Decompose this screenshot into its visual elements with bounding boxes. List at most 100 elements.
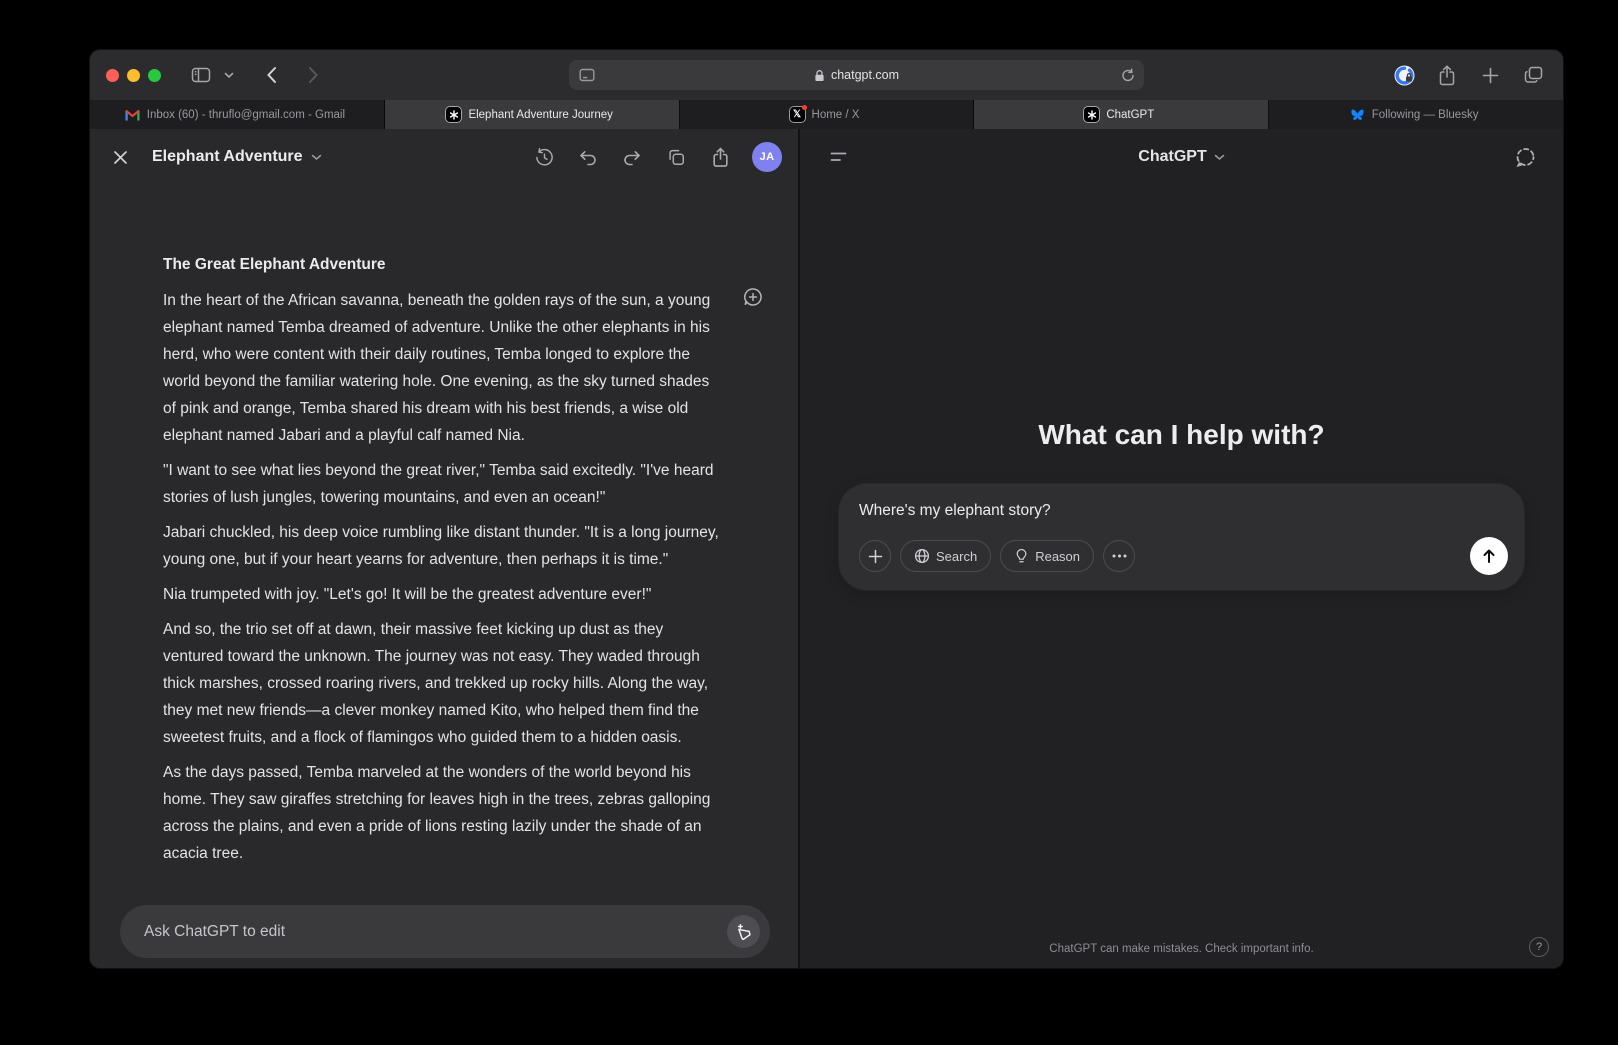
forward-icon [308, 66, 319, 84]
forward-button[interactable] [299, 61, 327, 89]
tab-title: Elephant Adventure Journey [468, 109, 617, 121]
share-icon [711, 147, 730, 168]
copy-icon [666, 147, 686, 167]
sidebar-icon [191, 66, 211, 84]
traffic-lights [106, 69, 161, 82]
url-text: chatgpt.com [831, 68, 899, 82]
reload-button[interactable] [1121, 68, 1135, 83]
chat-footer: ChatGPT can make mistakes. Check importa… [800, 930, 1563, 968]
canvas-panel: Elephant Adventure [90, 129, 800, 968]
chatgpt-icon [446, 107, 461, 122]
page-settings-icon[interactable] [579, 68, 595, 82]
avatar[interactable]: JA [752, 142, 782, 172]
browser-tab[interactable]: Inbox (60) - thruflo@gmail.com - Gmail [90, 100, 385, 129]
tab-strip: Inbox (60) - thruflo@gmail.com - Gmail E… [90, 100, 1563, 129]
story-paragraph: And so, the trio set off at dawn, their … [163, 616, 723, 751]
history-icon [534, 147, 555, 168]
browser-tab[interactable]: ChatGPT [974, 100, 1269, 129]
canvas-edit-bar[interactable]: Ask ChatGPT to edit [120, 905, 770, 958]
composer-actions: Search Reason [859, 537, 1508, 575]
tab-title: Home / X [812, 109, 864, 121]
temporary-chat-icon [1514, 146, 1537, 169]
close-canvas-button[interactable] [106, 143, 134, 171]
chevron-down-icon [1214, 154, 1225, 161]
browser-toolbar: chatgpt.com [90, 50, 1563, 100]
toggle-sidebar-button[interactable] [824, 143, 852, 171]
toolbar-right-cluster [1390, 61, 1547, 89]
attach-button[interactable] [859, 540, 891, 572]
document-title: The Great Elephant Adventure [163, 251, 743, 278]
undo-button[interactable] [574, 143, 602, 171]
avatar-initials: JA [760, 151, 775, 163]
add-comment-button[interactable] [742, 286, 764, 308]
tab-overview-icon [1524, 66, 1543, 84]
search-button[interactable]: Search [900, 540, 991, 572]
browser-tab[interactable]: 𝕏 Home / X [680, 100, 975, 129]
tab-overview-button[interactable] [1519, 61, 1547, 89]
copy-button[interactable] [662, 143, 690, 171]
help-button[interactable]: ? [1529, 937, 1549, 957]
edit-submit-button[interactable] [727, 915, 760, 948]
send-button[interactable] [1470, 537, 1508, 575]
gmail-icon [125, 109, 140, 121]
edit-input[interactable]: Ask ChatGPT to edit [144, 923, 727, 941]
lightbulb-icon [1014, 548, 1029, 564]
hero-heading: What can I help with? [800, 418, 1563, 452]
x-icon: 𝕏 [790, 107, 805, 122]
back-button[interactable] [257, 61, 285, 89]
address-bar[interactable]: chatgpt.com [569, 60, 1144, 90]
canvas-header: Elephant Adventure [90, 129, 798, 185]
chevron-down-icon [224, 72, 234, 79]
more-options-button[interactable] [1103, 540, 1135, 572]
composer-input[interactable]: Where's my elephant story? [859, 501, 1508, 537]
tab-title: ChatGPT [1106, 109, 1158, 121]
edit-pencil-icon [735, 923, 752, 940]
temporary-chat-button[interactable] [1511, 143, 1539, 171]
undo-icon [578, 148, 598, 166]
story-paragraph: As the days passed, Temba marveled at th… [163, 759, 723, 867]
model-switcher[interactable]: ChatGPT [800, 129, 1563, 185]
story-paragraph: Nia trumpeted with joy. "Let's go! It wi… [163, 581, 723, 608]
ellipsis-icon [1112, 554, 1127, 558]
notification-dot [802, 105, 807, 110]
tab-title: Inbox (60) - thruflo@gmail.com - Gmail [147, 109, 349, 121]
globe-icon [914, 548, 930, 564]
new-tab-button[interactable] [1476, 61, 1504, 89]
plus-icon [868, 549, 883, 564]
help-icon: ? [1536, 941, 1542, 953]
chat-composer[interactable]: Where's my elephant story? [839, 484, 1524, 590]
tab-title: Following — Bluesky [1372, 109, 1483, 121]
share-canvas-button[interactable] [706, 143, 734, 171]
minimize-window-button[interactable] [127, 69, 140, 82]
close-window-button[interactable] [106, 69, 119, 82]
privacy-extension-button[interactable] [1390, 61, 1418, 89]
reason-label: Reason [1035, 549, 1080, 564]
share-icon [1438, 65, 1456, 86]
redo-icon [622, 148, 642, 166]
reload-icon [1121, 68, 1135, 83]
chat-title-text: ChatGPT [1138, 148, 1206, 166]
browser-tab[interactable]: Following — Bluesky [1269, 100, 1563, 129]
sidebar-menu-button[interactable] [221, 61, 237, 89]
search-label: Search [936, 549, 977, 564]
story-paragraph: "I want to see what lies beyond the grea… [163, 457, 723, 511]
close-icon [113, 150, 128, 165]
canvas-actions: JA [530, 142, 782, 172]
new-tab-plus-icon [1482, 67, 1499, 84]
canvas-title-text: Elephant Adventure [152, 148, 303, 166]
document-body: In the heart of the African savanna, ben… [163, 287, 743, 867]
share-page-button[interactable] [1433, 61, 1461, 89]
sidebar-toggle-icon [830, 151, 847, 163]
zoom-window-button[interactable] [148, 69, 161, 82]
version-history-button[interactable] [530, 143, 558, 171]
browser-tab[interactable]: Elephant Adventure Journey [385, 100, 680, 129]
sidebar-button[interactable] [187, 61, 215, 89]
story-paragraph: Jabari chuckled, his deep voice rumbling… [163, 519, 723, 573]
document[interactable]: The Great Elephant Adventure In the hear… [90, 185, 743, 875]
chat-panel: ChatGPT What can I help with? [800, 129, 1563, 968]
reason-button[interactable]: Reason [1000, 540, 1094, 572]
privacy-icon [1393, 64, 1416, 87]
redo-button[interactable] [618, 143, 646, 171]
canvas-title[interactable]: Elephant Adventure [152, 148, 322, 166]
bluesky-icon [1350, 108, 1365, 122]
